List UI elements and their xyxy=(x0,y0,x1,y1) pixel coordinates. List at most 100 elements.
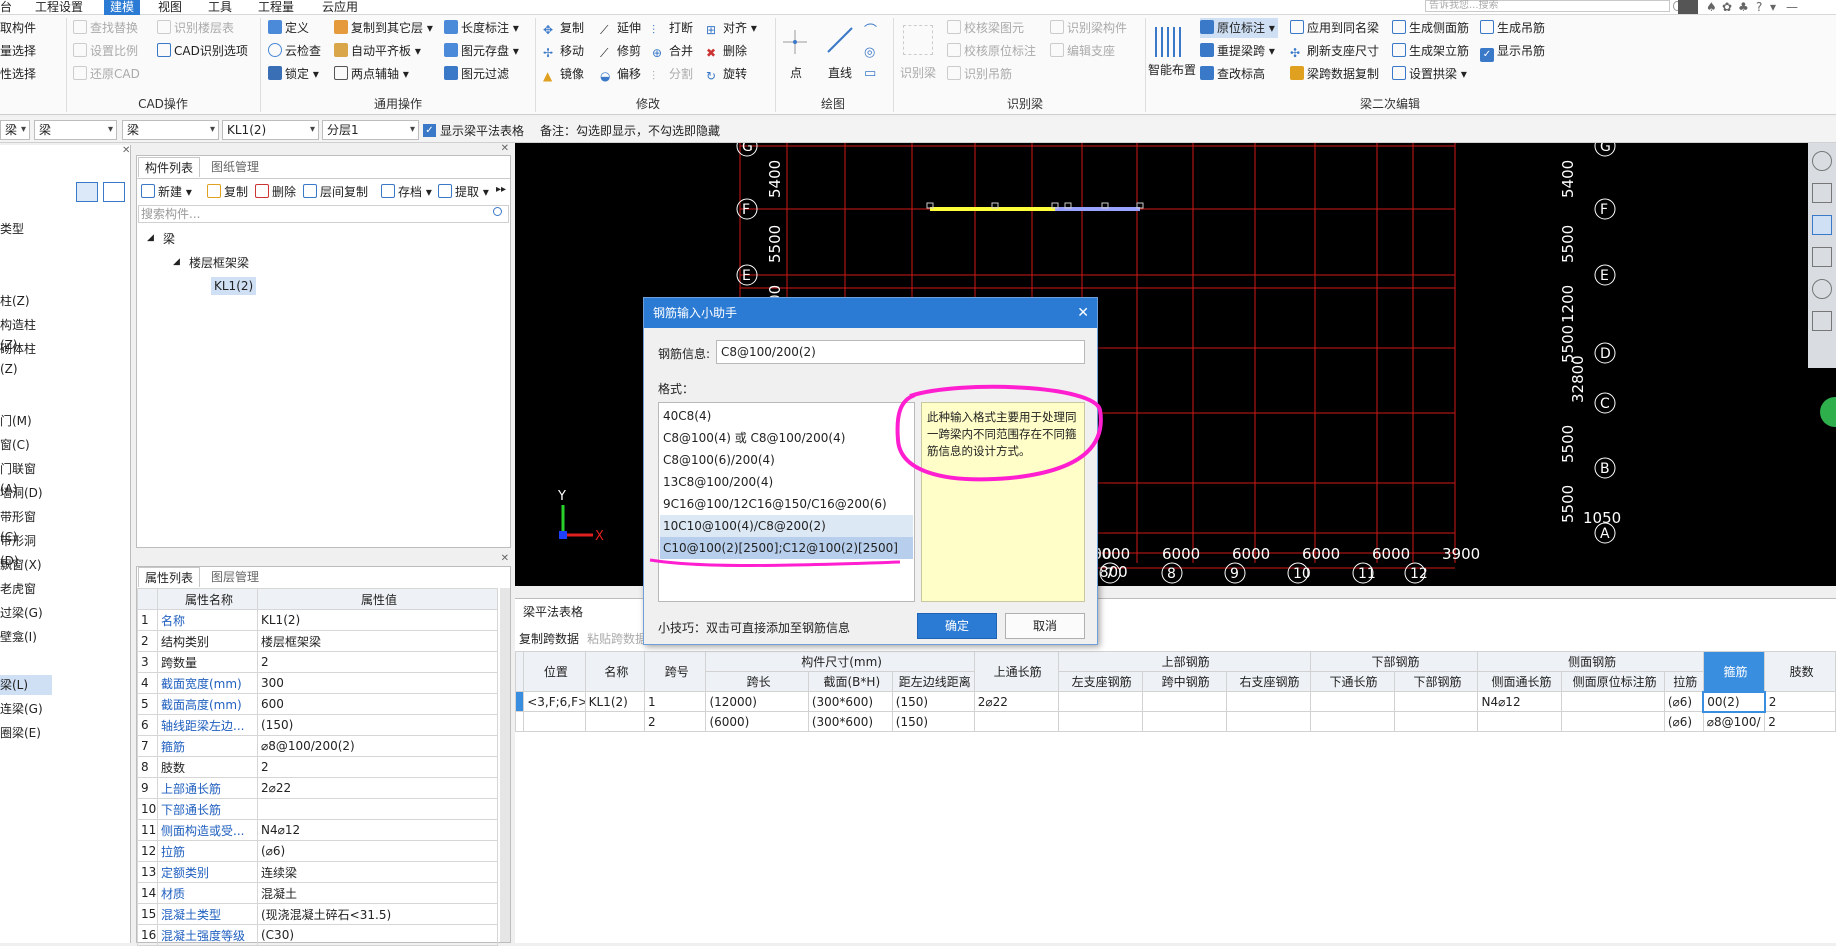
trim-button[interactable]: ⟋ 修剪 xyxy=(600,41,641,61)
table-cell[interactable]: 2 xyxy=(1764,691,1836,712)
prop-value[interactable]: 600 xyxy=(257,693,498,715)
table-cell[interactable] xyxy=(1309,691,1395,712)
property-row[interactable]: 3 跨数量 2 xyxy=(137,651,498,673)
nav-item[interactable]: 构造柱(Z) xyxy=(0,315,52,352)
row-index[interactable] xyxy=(514,691,525,712)
rotate-view-icon[interactable] xyxy=(1812,279,1832,299)
nav-item[interactable]: 过梁(G) xyxy=(0,603,52,623)
property-row[interactable]: 13 定额类别 连续梁 xyxy=(137,861,498,883)
property-row[interactable]: 4 截面宽度(mm) 300 xyxy=(137,672,498,694)
table-cell[interactable]: 2⌀22 xyxy=(973,691,1059,712)
delete-button[interactable]: ✖ 删除 xyxy=(706,41,747,61)
prop-value[interactable] xyxy=(257,798,498,820)
copy-to-other-floor-button[interactable]: 复制到其它层 ▾ xyxy=(334,18,433,38)
format-option[interactable]: 10C10@100(4)/C8@200(2) xyxy=(660,515,913,537)
table-cell[interactable] xyxy=(1477,711,1563,732)
property-row[interactable]: 10 下部通长筋 xyxy=(137,798,498,820)
format-option[interactable]: C10@100(2)[2500];C12@100(2)[2500] xyxy=(660,537,913,559)
line-button[interactable]: 直线 xyxy=(828,63,852,83)
component-select[interactable]: KL1(2) xyxy=(222,120,319,140)
layout-icon[interactable] xyxy=(1812,311,1832,331)
prop-value[interactable]: 2⌀22 xyxy=(257,777,498,799)
table-row[interactable]: 2 (6000) (300*600) (150) (⌀6) ⌀8@100/2 xyxy=(514,711,1836,732)
table-cell[interactable]: 1 xyxy=(644,691,707,712)
row-index[interactable] xyxy=(514,711,525,732)
lock-button[interactable]: 锁定 ▾ xyxy=(268,64,319,84)
format-list[interactable]: 40C8(4) C8@100(4) 或 C8@100/200(4) C8@100(6… xyxy=(658,402,915,602)
tree-node-kl1[interactable]: KL1(2) xyxy=(211,277,257,295)
shirt-icon[interactable]: ♣ xyxy=(1738,0,1749,14)
property-row[interactable]: 15 混凝土类型 (现浇混凝土碎石<31.5) xyxy=(137,903,498,925)
offset-button[interactable]: ◒ 偏移 xyxy=(600,64,641,84)
nav-item[interactable]: 柱(Z) xyxy=(0,291,52,311)
tree-node-beam[interactable]: 梁 xyxy=(163,230,175,247)
table-cell[interactable] xyxy=(1225,711,1311,732)
recognize-beam-icon[interactable] xyxy=(903,25,933,55)
recognize-hanger-button[interactable]: 识别吊筋 xyxy=(947,64,1012,84)
new-button[interactable]: 新建 ▾ xyxy=(141,182,192,202)
rotate-button[interactable]: ↻ 旋转 xyxy=(706,64,747,84)
list-view-icon[interactable] xyxy=(76,182,98,202)
tab-property-list[interactable]: 属性列表 xyxy=(138,567,201,587)
format-option[interactable]: C8@100(4) 或 C8@100/200(4) xyxy=(660,427,913,449)
merge-button[interactable]: ⊕ 合并 xyxy=(652,41,693,61)
table-cell[interactable]: KL1(2) xyxy=(584,691,646,712)
prop-value[interactable]: 2 xyxy=(257,756,498,778)
table-cell[interactable]: (300*600) xyxy=(807,711,893,732)
point-icon[interactable] xyxy=(783,30,807,54)
comp-copy-button[interactable]: 复制 xyxy=(207,182,248,202)
prop-value[interactable]: 300 xyxy=(257,672,498,694)
smart-layout-button[interactable]: 智能布置 xyxy=(1148,60,1196,80)
nav-item[interactable]: 梁(L) xyxy=(0,675,52,695)
table-cell[interactable] xyxy=(1393,711,1479,732)
nav-item[interactable]: 带形洞(D) xyxy=(0,531,52,568)
property-row[interactable]: 5 截面高度(mm) 600 xyxy=(137,693,498,715)
two-point-axis-button[interactable]: 两点辅轴 ▾ xyxy=(334,64,409,84)
menu-home[interactable]: 台 xyxy=(0,0,12,15)
paste-span-data-button[interactable]: 粘贴跨数据 xyxy=(587,630,647,647)
expand-icon[interactable]: ◢ xyxy=(173,257,180,267)
property-row[interactable]: 7 箍筋 ⌀8@100/200(2) xyxy=(137,735,498,757)
mirror-button[interactable]: ▲ 镜像 xyxy=(543,64,584,84)
table-cell[interactable] xyxy=(1057,711,1143,732)
gen-hanger-button[interactable]: 生成吊筋 xyxy=(1480,18,1545,38)
table-cell[interactable] xyxy=(1141,691,1227,712)
prop-value[interactable]: 混凝土 xyxy=(257,882,498,904)
copy-span-data-button[interactable]: 梁跨数据复制 xyxy=(1290,64,1379,84)
nav-item[interactable]: 墙洞(D) xyxy=(0,483,52,503)
extract-button[interactable]: 提取 ▾ xyxy=(438,182,489,202)
break-button[interactable]: ⫶ 打断 xyxy=(652,18,693,38)
copy-button[interactable]: ✥ 复制 xyxy=(543,18,584,38)
table-row[interactable]: <3,F;6,F> KL1(2) 1 (12000) (300*600) (150) 2⌀2… xyxy=(514,690,1836,713)
component-search-input[interactable]: 搜索构件... xyxy=(138,205,509,223)
rebar-info-input[interactable]: C8@100/200(2) xyxy=(716,340,1085,364)
property-row[interactable]: 2 结构类别 楼层框架梁 xyxy=(137,630,498,652)
table-cell[interactable]: ⌀8@100/ xyxy=(1702,711,1766,732)
extend-button[interactable]: ⟋ 延伸 xyxy=(600,18,641,38)
align-button[interactable]: ⊞ 对齐 ▾ xyxy=(706,18,757,38)
table-cell[interactable]: (150) xyxy=(891,691,975,712)
table-cell[interactable]: (12000) xyxy=(705,691,809,712)
close-icon[interactable]: ✕ xyxy=(122,145,130,156)
set-arch-beam-button[interactable]: 设置拱梁 ▾ xyxy=(1392,64,1467,84)
recognize-beam-button[interactable]: 识别梁 xyxy=(900,63,936,83)
table-cell[interactable]: (⌀6) xyxy=(1663,711,1704,732)
apply-same-name-button[interactable]: 应用到同名梁 xyxy=(1290,18,1379,38)
expand-icon[interactable]: ◢ xyxy=(147,233,154,243)
dropdown-icon[interactable]: ▾ xyxy=(1770,0,1776,14)
format-option[interactable]: 9C16@100/12C16@150/C16@200(6) xyxy=(660,493,913,515)
prop-value[interactable]: (150) xyxy=(257,714,498,736)
length-dimension-button[interactable]: 长度标注 ▾ xyxy=(444,18,519,38)
copy-span-data-button[interactable]: 复制跨数据 xyxy=(519,630,579,647)
close-icon[interactable]: ✕ xyxy=(501,143,509,154)
property-row[interactable]: 16 混凝土强度等级 (C30) xyxy=(137,924,498,946)
tree-node-frame-beam[interactable]: 楼层框架梁 xyxy=(189,254,249,271)
point-button[interactable]: 点 xyxy=(790,63,802,83)
line-icon[interactable] xyxy=(825,25,855,55)
nav-item[interactable]: 连梁(G) xyxy=(0,699,52,719)
prop-value[interactable]: N4⌀12 xyxy=(257,819,498,841)
orbit-icon[interactable] xyxy=(1812,151,1832,171)
ok-button[interactable]: 确定 xyxy=(917,613,997,639)
smart-layout-icon[interactable] xyxy=(1155,27,1185,57)
menu-project-settings[interactable]: 工程设置 xyxy=(35,0,83,15)
